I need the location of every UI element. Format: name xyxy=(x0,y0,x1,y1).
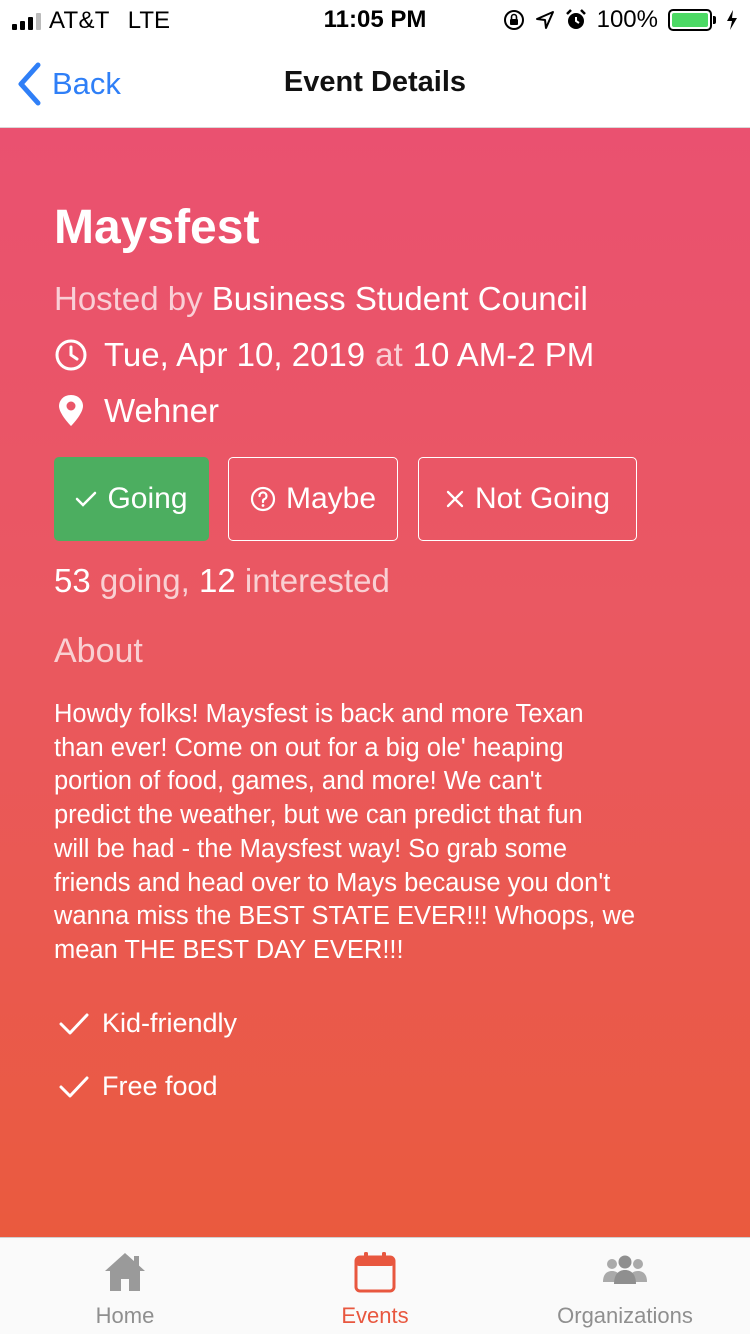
checkmark-icon xyxy=(59,1076,89,1097)
charging-bolt-icon xyxy=(727,10,737,30)
close-icon xyxy=(446,490,464,508)
not-going-button[interactable]: Not Going xyxy=(418,457,637,541)
feature-item: Free food xyxy=(58,1071,218,1102)
tab-organizations[interactable]: Organizations xyxy=(500,1238,750,1334)
location-arrow-icon xyxy=(535,11,554,29)
checkmark-icon xyxy=(59,1013,89,1034)
going-button[interactable]: Going xyxy=(54,457,209,541)
check-icon xyxy=(76,491,97,507)
going-label: Going xyxy=(107,482,188,515)
attendance-counts: 53 going, 12 interested xyxy=(54,562,390,600)
clock-icon xyxy=(55,339,87,371)
tab-organizations-label: Organizations xyxy=(557,1303,693,1328)
tab-bar: Home Events Organizations xyxy=(0,1237,750,1334)
feature-label: Kid-friendly xyxy=(102,1008,238,1038)
maybe-label: Maybe xyxy=(285,482,377,515)
status-bar: AT&T LTE 11:05 PM 100% xyxy=(0,0,750,40)
not-going-label: Not Going xyxy=(474,482,611,515)
location-line: Wehner xyxy=(54,392,219,430)
event-date: Tue, Apr 10, 2019 xyxy=(104,336,366,373)
question-circle-icon xyxy=(250,486,276,512)
hosted-by-label: Hosted by xyxy=(54,280,203,317)
tab-events[interactable]: Events xyxy=(250,1238,500,1334)
navigation-bar: Back Event Details xyxy=(0,40,750,128)
about-heading: About xyxy=(54,632,143,670)
at-label: at xyxy=(375,336,403,373)
map-pin-icon xyxy=(59,395,83,426)
going-count: 53 xyxy=(54,562,91,599)
battery-icon xyxy=(668,9,716,31)
people-icon xyxy=(603,1255,647,1284)
event-time: 10 AM-2 PM xyxy=(412,336,595,373)
date-time-line: Tue, Apr 10, 2019 at 10 AM-2 PM xyxy=(54,336,594,374)
host-name[interactable]: Business Student Council xyxy=(212,280,588,317)
interested-word: interested xyxy=(244,562,390,599)
alarm-icon xyxy=(565,9,586,29)
home-icon xyxy=(105,1253,145,1291)
feature-item: Kid-friendly xyxy=(58,1008,237,1039)
event-detail-panel: Maysfest Hosted by Business Student Coun… xyxy=(0,128,750,1237)
interested-count: 12 xyxy=(198,562,236,599)
event-location[interactable]: Wehner xyxy=(104,392,219,430)
battery-percent: 100% xyxy=(596,6,658,33)
feature-label: Free food xyxy=(102,1071,218,1101)
rotation-lock-icon xyxy=(503,10,524,30)
tab-home[interactable]: Home xyxy=(0,1238,250,1334)
page-title: Event Details xyxy=(283,66,467,98)
tab-events-label: Events xyxy=(341,1303,409,1328)
going-word: going, xyxy=(99,562,190,599)
rsvp-buttons: Going Maybe Not Going xyxy=(54,457,637,541)
event-title: Maysfest xyxy=(54,201,260,254)
host-line: Hosted by Business Student Council xyxy=(54,280,588,318)
tab-home-label: Home xyxy=(95,1303,155,1328)
maybe-button[interactable]: Maybe xyxy=(228,457,398,541)
calendar-icon xyxy=(354,1252,396,1293)
about-description: Howdy folks! Maysfest is back and more T… xyxy=(54,700,636,964)
status-bar-right: 100% xyxy=(503,6,738,34)
